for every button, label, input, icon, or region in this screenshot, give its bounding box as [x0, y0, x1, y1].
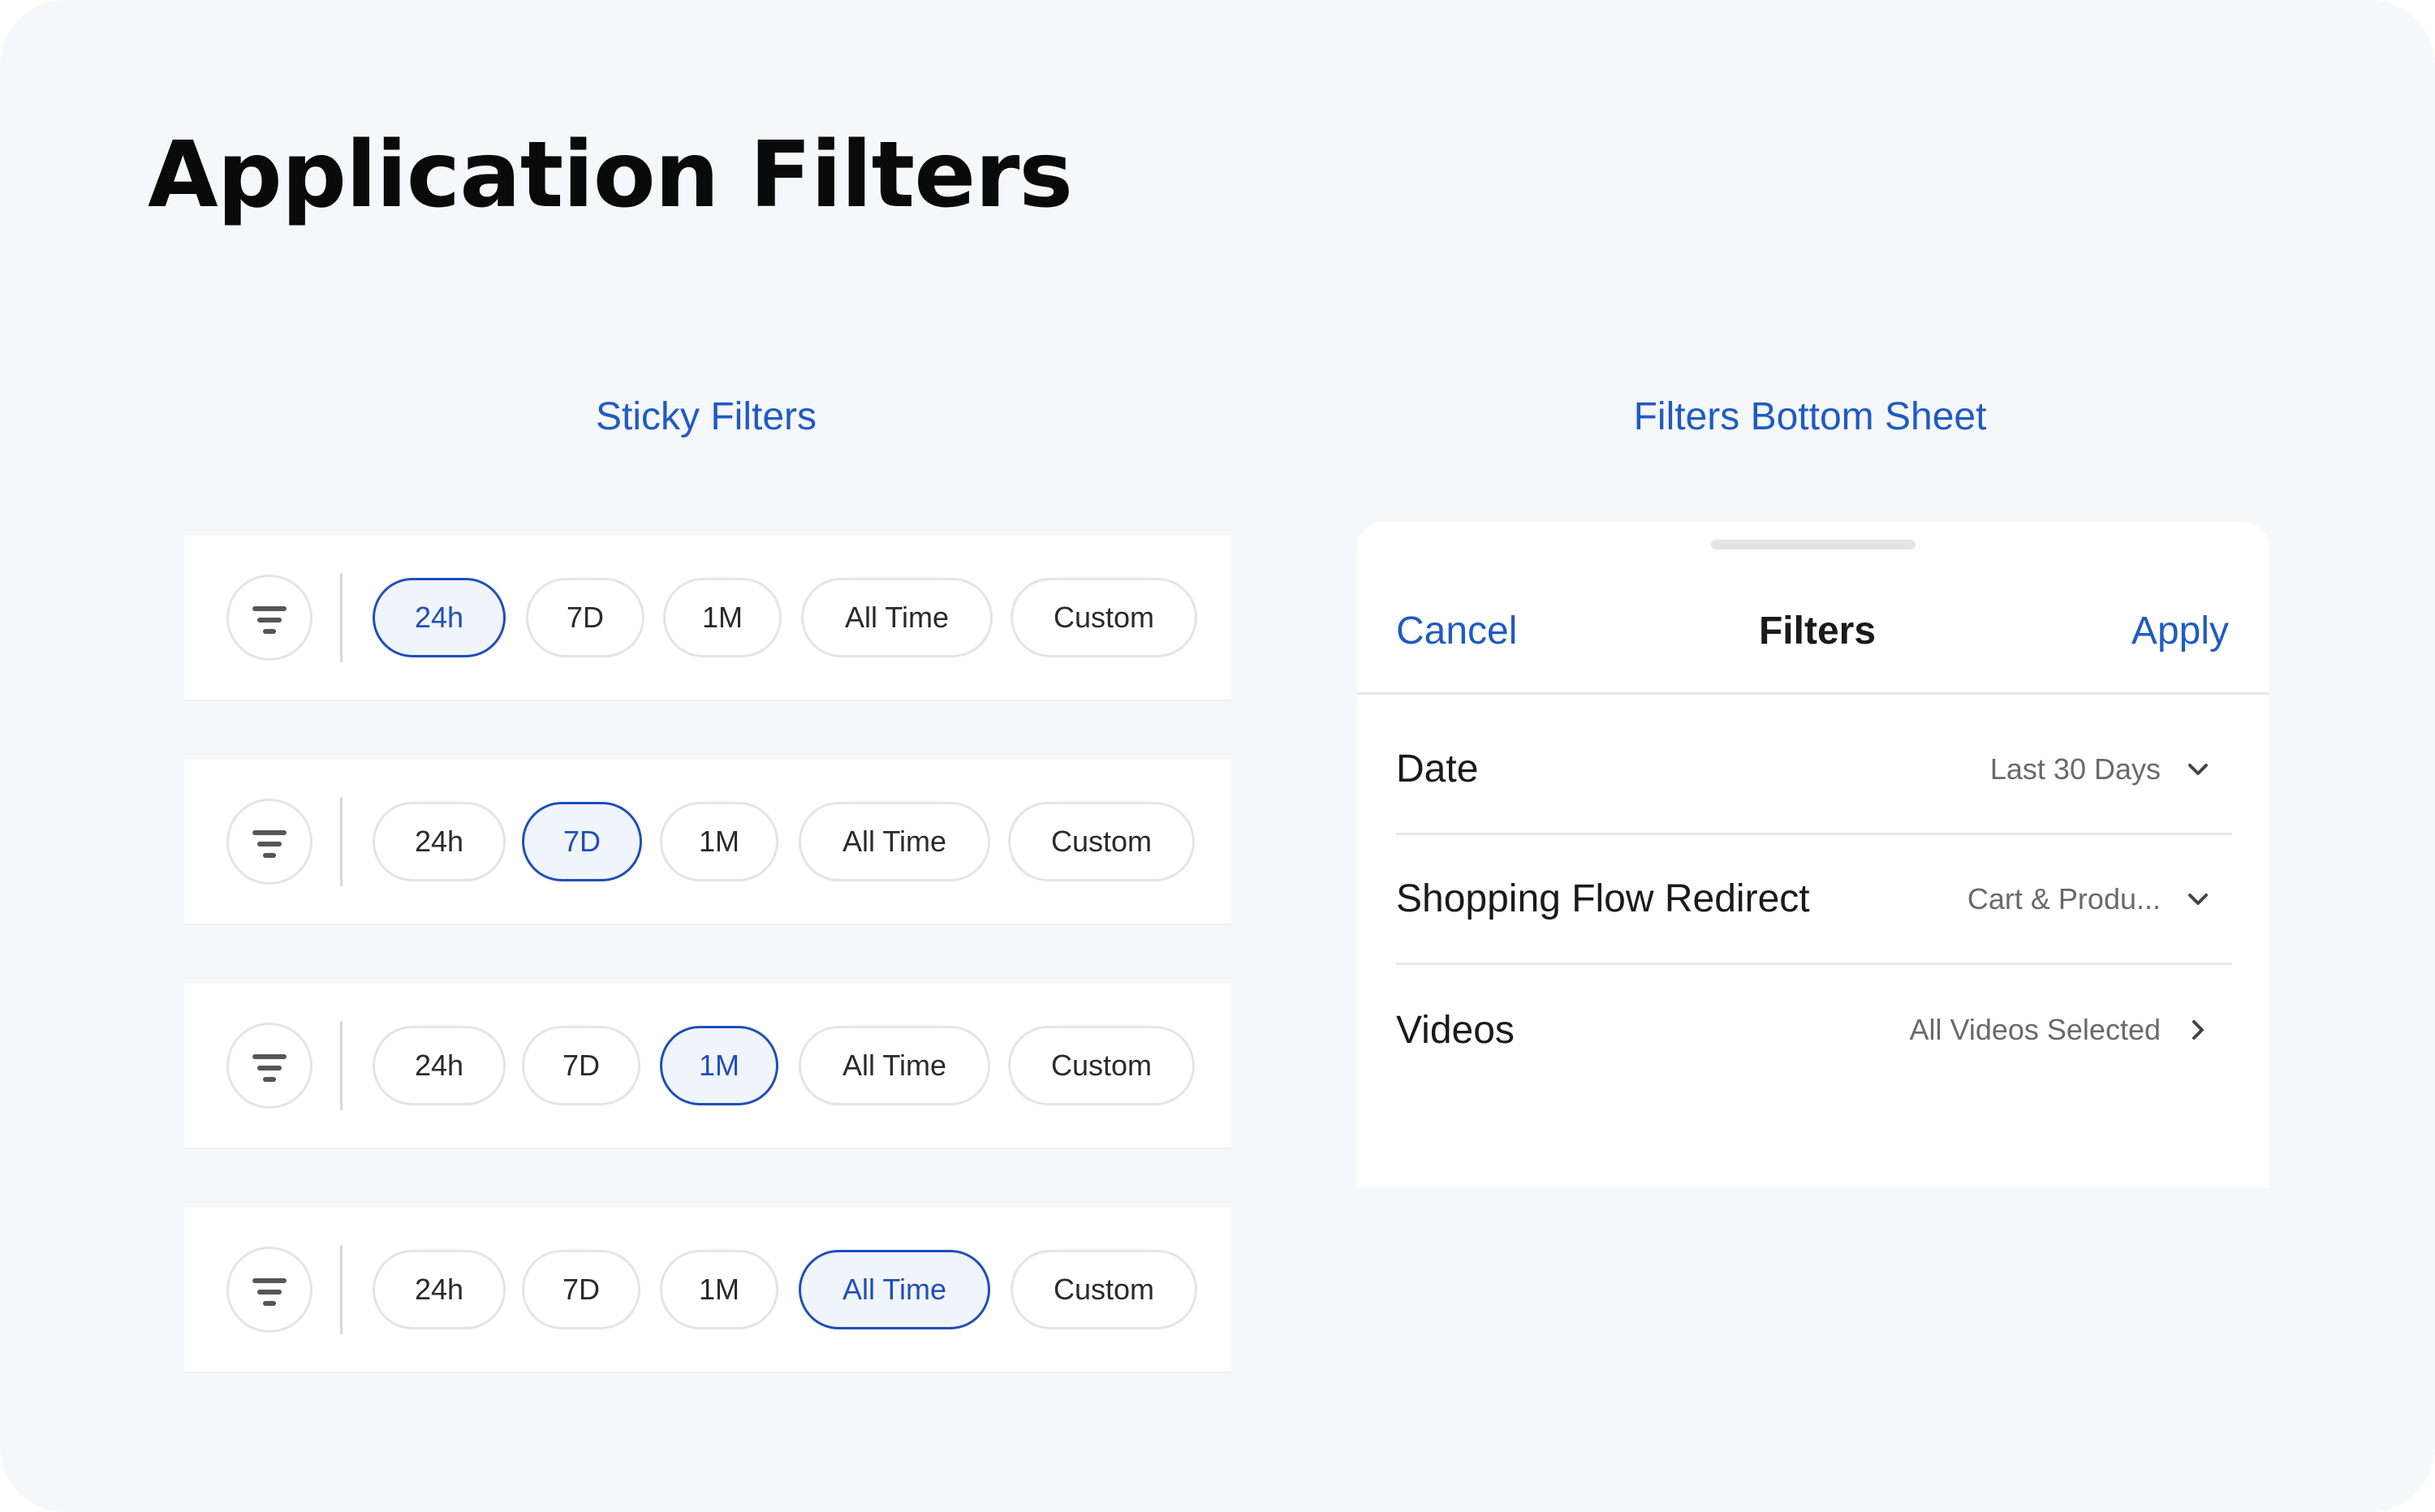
sticky-filter-bar: 24h 7D 1M All Time Custom: [184, 984, 1231, 1148]
pill-24h[interactable]: 24h: [373, 1250, 506, 1329]
chevron-right-icon: [2192, 1020, 2204, 1040]
filter-lines-icon[interactable]: [226, 1023, 312, 1109]
divider: [340, 1021, 343, 1110]
pill-7d[interactable]: 7D: [522, 1250, 640, 1329]
canvas: Application Filters Sticky Filters Filte…: [0, 0, 2435, 1512]
page-title: Application Filters: [148, 123, 1073, 228]
filter-row-date[interactable]: Date Last 30 Days: [1396, 705, 2232, 835]
filter-row-shopping-flow[interactable]: Shopping Flow Redirect Cart & Produ...: [1396, 835, 2232, 965]
divider: [340, 1245, 343, 1334]
filter-row-videos[interactable]: Videos All Videos Selected: [1396, 965, 2232, 1095]
pill-1m[interactable]: 1M: [663, 578, 782, 657]
row-value: All Videos Selected: [1909, 1013, 2161, 1046]
pill-1m[interactable]: 1M: [660, 1250, 778, 1329]
sticky-filter-bar: 24h 7D 1M All Time Custom: [184, 536, 1231, 700]
pill-custom[interactable]: Custom: [1011, 578, 1197, 657]
chevron-down-icon: [2188, 764, 2208, 775]
chevron-down-icon: [2188, 894, 2208, 905]
pill-1m[interactable]: 1M: [660, 1026, 778, 1105]
sticky-filter-bar: 24h 7D 1M All Time Custom: [184, 760, 1231, 924]
pill-7d[interactable]: 7D: [522, 802, 642, 881]
pill-7d[interactable]: 7D: [526, 578, 644, 657]
bottom-sheet-heading: Filters Bottom Sheet: [1633, 395, 1987, 438]
apply-button[interactable]: Apply: [2131, 567, 2229, 695]
pill-all-time[interactable]: All Time: [801, 578, 993, 657]
pill-all-time[interactable]: All Time: [799, 802, 990, 881]
row-label: Date: [1396, 747, 1479, 790]
filter-lines-icon[interactable]: [226, 1247, 312, 1333]
filter-lines-icon[interactable]: [226, 575, 312, 661]
divider: [340, 797, 343, 886]
filters-bottom-sheet: Filters Cancel Apply Date Last 30 Days S…: [1357, 522, 2269, 1187]
pill-1m[interactable]: 1M: [660, 802, 778, 881]
pill-custom[interactable]: Custom: [1008, 1026, 1195, 1105]
row-value: Last 30 Days: [1989, 752, 2161, 786]
pill-custom[interactable]: Custom: [1008, 802, 1195, 881]
sticky-filter-bar: 24h 7D 1M All Time Custom: [184, 1208, 1231, 1372]
filter-lines-icon[interactable]: [226, 799, 312, 885]
pill-custom[interactable]: Custom: [1011, 1250, 1197, 1329]
pill-all-time[interactable]: All Time: [799, 1026, 990, 1105]
row-value: Cart & Produ...: [1967, 881, 2161, 915]
row-label: Shopping Flow Redirect: [1396, 877, 1810, 920]
pill-7d[interactable]: 7D: [522, 1026, 640, 1105]
sheet-grabber[interactable]: [1711, 540, 1916, 549]
pill-24h[interactable]: 24h: [373, 802, 506, 881]
sheet-header: Filters Cancel Apply: [1357, 567, 2269, 695]
sticky-filters-heading: Sticky Filters: [595, 395, 817, 438]
cancel-button[interactable]: Cancel: [1396, 567, 1517, 695]
pill-24h[interactable]: 24h: [373, 1026, 506, 1105]
pill-24h[interactable]: 24h: [373, 578, 506, 657]
row-label: Videos: [1396, 1008, 1515, 1052]
divider: [340, 573, 343, 662]
pill-all-time[interactable]: All Time: [799, 1250, 990, 1329]
